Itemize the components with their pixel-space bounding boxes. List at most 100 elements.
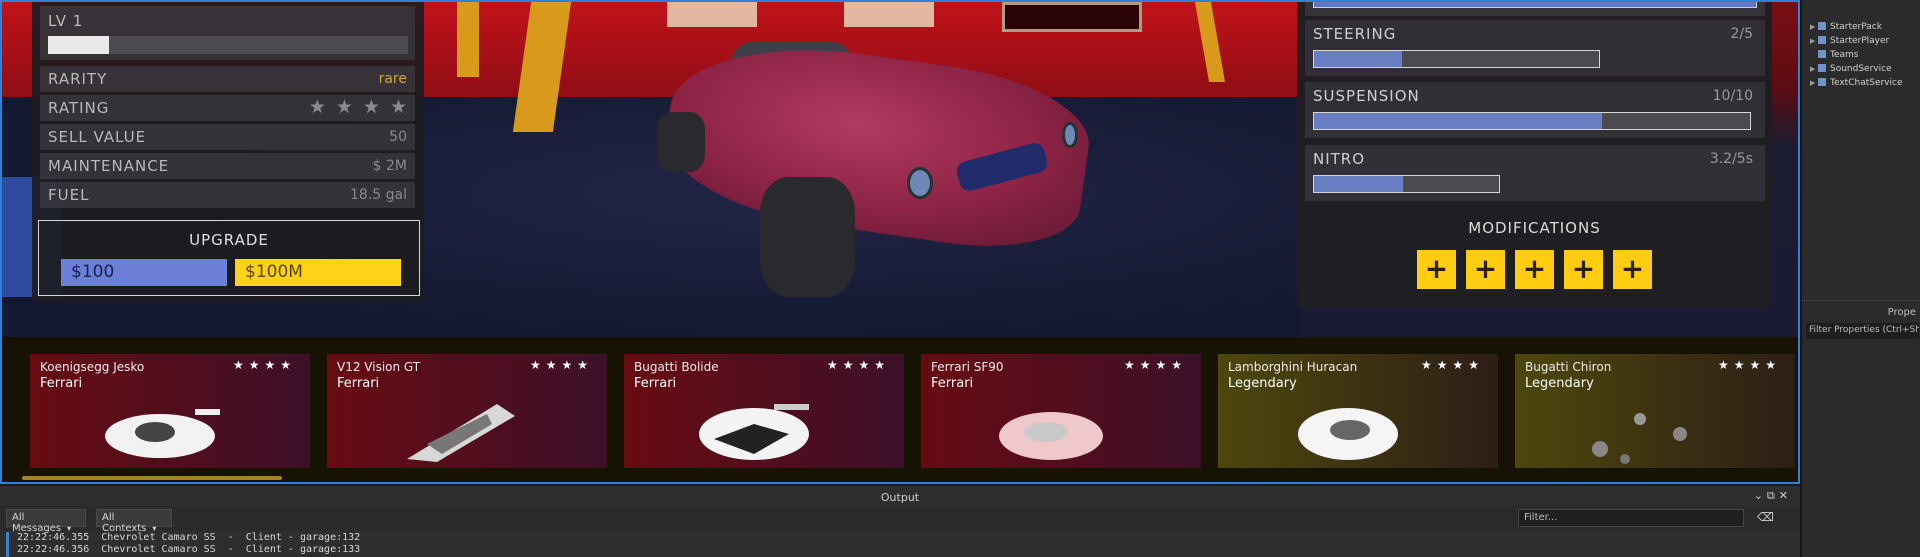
- upgrade-cash-button[interactable]: $100: [61, 259, 227, 286]
- output-toolbar: All Messages ▾ All Contexts ▾ Filter... ⌫: [0, 506, 1800, 534]
- explorer-item-teams[interactable]: Teams: [1810, 50, 1858, 63]
- rarity-value: rare: [378, 71, 407, 87]
- output-filter-input[interactable]: Filter...: [1518, 509, 1744, 527]
- properties-panel: Prope Filter Properties (Ctrl+Shift+: [1801, 300, 1920, 557]
- explorer-item-soundservice[interactable]: ▶ SoundService: [1810, 64, 1892, 77]
- car-card-list: Koenigsegg Jesko Ferrari ★★★★ V12 Vision…: [30, 354, 1795, 468]
- star-icon: ★: [308, 96, 326, 118]
- car-card[interactable]: Ferrari SF90 Ferrari ★★★★: [921, 354, 1201, 468]
- add-modification-button[interactable]: +: [1515, 250, 1554, 289]
- upgrade-value: 2/5: [1730, 26, 1753, 42]
- explorer-item-starterpack[interactable]: ▶ StarterPack: [1810, 22, 1882, 35]
- upgrade-title: UPGRADE: [189, 231, 269, 249]
- card-star-rating: ★★★★: [1420, 358, 1484, 372]
- teams-icon: [1818, 50, 1826, 58]
- messages-filter-dropdown[interactable]: All Messages ▾: [6, 509, 86, 534]
- partial-progress-bar: [1313, 2, 1757, 8]
- level-progress-bar: [48, 36, 408, 54]
- output-window-controls: ⌄⧉✕: [1754, 489, 1792, 503]
- card-car-brand: Ferrari: [337, 376, 380, 391]
- car-thumbnail: [407, 404, 515, 462]
- upgrade-premium-button[interactable]: $100M: [235, 259, 401, 286]
- stat-row-sell-value: SELL VALUE 50: [40, 124, 415, 150]
- chat-icon: [1818, 78, 1826, 86]
- add-modification-button[interactable]: +: [1417, 250, 1456, 289]
- contexts-filter-dropdown[interactable]: All Contexts ▾: [96, 509, 172, 534]
- card-car-name: Bugatti Bolide: [634, 360, 719, 374]
- stat-label: MAINTENANCE: [48, 157, 170, 175]
- explorer-item-textchatservice[interactable]: ▶ TextChatService: [1810, 78, 1903, 91]
- card-car-name: Koenigsegg Jesko: [40, 360, 145, 374]
- level-progress-fill: [48, 36, 110, 54]
- folder-icon: [1818, 22, 1826, 30]
- steering-progress-bar: [1313, 50, 1600, 68]
- log-line: 22:22:46.355 Chevrolet Camaro SS - Clien…: [17, 532, 361, 543]
- star-icon: ★: [389, 96, 407, 118]
- modification-buttons: + + + + +: [1417, 250, 1652, 289]
- dropdown-label: All Messages: [12, 512, 62, 534]
- output-panel: Output ⌄⧉✕ All Messages ▾ All Contexts ▾ F…: [0, 486, 1800, 557]
- car-thumbnail: [699, 404, 809, 460]
- card-list-scrollbar[interactable]: [22, 476, 282, 480]
- card-car-brand: Ferrari: [634, 376, 677, 391]
- garage-window: [1002, 2, 1142, 32]
- explorer-item-label: SoundService: [1830, 64, 1892, 74]
- stat-label: SELL VALUE: [48, 128, 147, 146]
- add-modification-button[interactable]: +: [1613, 250, 1652, 289]
- card-star-rating: ★★★★: [232, 358, 296, 372]
- stat-label: FUEL: [48, 186, 90, 204]
- card-car-brand: Legendary: [1525, 376, 1594, 391]
- upgrade-label: SUSPENSION: [1313, 87, 1420, 105]
- game-viewport[interactable]: LV 1 RARITY rare RATING ★ ★ ★ ★ SELL VAL…: [0, 0, 1800, 484]
- level-row: LV 1: [40, 6, 415, 60]
- card-car-name: Lamborghini Huracan: [1228, 360, 1358, 374]
- stat-row-fuel: FUEL 18.5 gal: [40, 182, 415, 208]
- upgrade-box: UPGRADE $100 $100M: [38, 220, 420, 296]
- upgrade-row-steering: STEERING 2/5: [1305, 20, 1765, 76]
- car-card[interactable]: Bugatti Chiron Legendary ★★★★: [1515, 354, 1795, 468]
- car-card[interactable]: Koenigsegg Jesko Ferrari ★★★★: [30, 354, 310, 468]
- nitro-progress-fill: [1314, 176, 1403, 192]
- tool-board: [844, 2, 934, 27]
- undock-icon[interactable]: ⧉: [1767, 489, 1779, 502]
- car-card[interactable]: Lamborghini Huracan Legendary ★★★★: [1218, 354, 1498, 468]
- upgrade-row-partial: [1305, 2, 1765, 16]
- explorer-item-starterplayer[interactable]: ▶ StarterPlayer: [1810, 36, 1889, 49]
- expand-arrow-icon[interactable]: ▶: [1810, 79, 1818, 87]
- car-thumbnail: [999, 412, 1103, 460]
- car-lift-post: [457, 2, 479, 77]
- properties-title: Prope: [1887, 307, 1916, 318]
- clear-output-icon[interactable]: ⌫: [1757, 510, 1774, 524]
- stat-row-rating: RATING ★ ★ ★ ★: [40, 95, 415, 121]
- studio-window: LV 1 RARITY rare RATING ★ ★ ★ ★ SELL VAL…: [0, 0, 1920, 557]
- car-card[interactable]: V12 Vision GT Ferrari ★★★★: [327, 354, 607, 468]
- tool-board: [667, 2, 757, 27]
- dropdown-label: All Contexts: [102, 512, 147, 534]
- close-icon[interactable]: ✕: [1779, 489, 1792, 502]
- car-headlight: [1062, 122, 1078, 148]
- fuel-value: 18.5 gal: [350, 187, 407, 203]
- expand-arrow-icon[interactable]: ▶: [1810, 23, 1818, 31]
- level-label: LV 1: [48, 12, 84, 30]
- properties-filter-input[interactable]: Filter Properties (Ctrl+Shift+: [1806, 323, 1919, 339]
- car-thumbnail: [105, 409, 220, 458]
- upgrade-label: NITRO: [1313, 150, 1366, 168]
- car-headlight: [907, 167, 933, 199]
- star-icon: ★: [362, 96, 380, 118]
- log-line: 22:22:46.356 Chevrolet Camaro SS - Clien…: [17, 544, 361, 555]
- car-wheel: [657, 112, 705, 172]
- expand-arrow-icon[interactable]: ▶: [1810, 37, 1818, 45]
- chevron-down-icon[interactable]: ⌄: [1754, 489, 1767, 502]
- car-card[interactable]: Bugatti Bolide Ferrari ★★★★: [624, 354, 904, 468]
- sound-icon: [1818, 64, 1826, 72]
- expand-arrow-icon[interactable]: ▶: [1810, 65, 1818, 73]
- card-star-rating: ★★★★: [1123, 358, 1187, 372]
- explorer-item-label: TextChatService: [1830, 78, 1903, 88]
- output-log[interactable]: 22:22:46.355 Chevrolet Camaro SS - Clien…: [6, 532, 1786, 557]
- explorer-item-label: StarterPlayer: [1830, 36, 1890, 46]
- stat-label: RARITY: [48, 70, 108, 88]
- add-modification-button[interactable]: +: [1564, 250, 1603, 289]
- output-title: Output: [880, 491, 920, 504]
- upgrade-value: 3.2/5s: [1709, 151, 1753, 167]
- add-modification-button[interactable]: +: [1466, 250, 1505, 289]
